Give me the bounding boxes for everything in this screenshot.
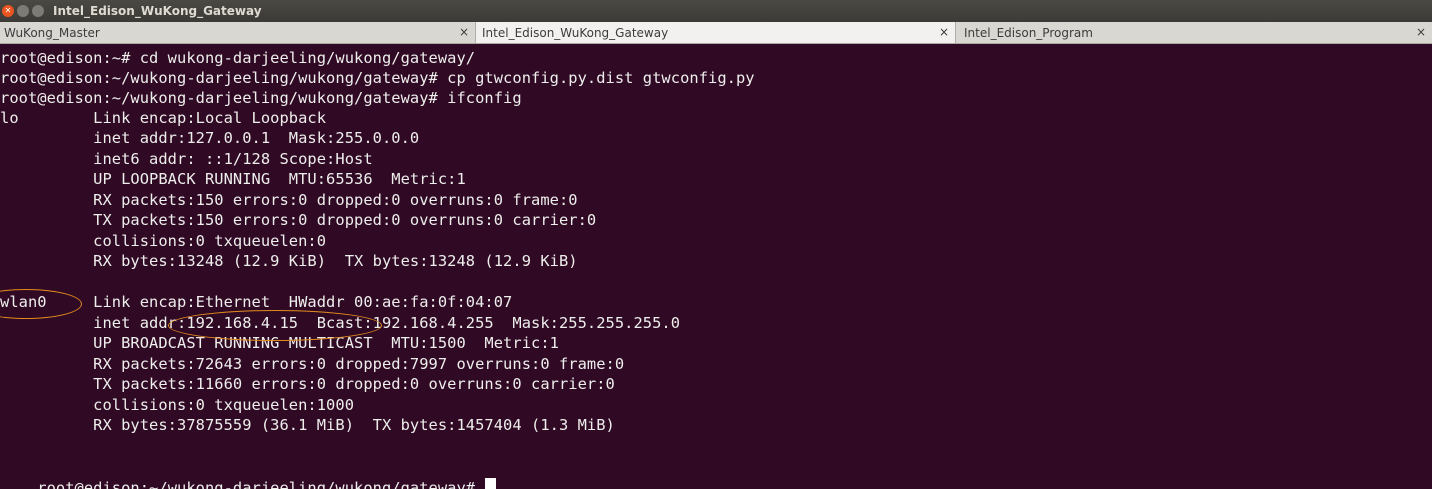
terminal-line: RX bytes:13248 (12.9 KiB) TX bytes:13248… (0, 252, 578, 270)
terminal-line: TX packets:11660 errors:0 dropped:0 over… (0, 375, 615, 393)
text-cursor (485, 478, 497, 489)
terminal-line: UP LOOPBACK RUNNING MTU:65536 Metric:1 (0, 170, 466, 188)
window-controls: ✕ (2, 5, 47, 17)
maximize-icon[interactable] (32, 5, 44, 17)
tab-intel-edison-program[interactable]: Intel_Edison_Program × (956, 22, 1432, 43)
close-icon[interactable]: ✕ (2, 5, 14, 17)
terminal-line: collisions:0 txqueuelen:0 (0, 232, 327, 250)
terminal-line: TX packets:150 errors:0 dropped:0 overru… (0, 211, 597, 229)
tab-close-icon[interactable]: × (459, 25, 469, 39)
terminal-line: inet6 addr: ::1/128 Scope:Host (0, 150, 373, 168)
terminal-line: root@edison:~/wukong-darjeeling/wukong/g… (0, 89, 522, 107)
tab-label: Intel_Edison_Program (964, 25, 1093, 40)
terminal-line: RX packets:72643 errors:0 dropped:7997 o… (0, 355, 625, 373)
terminal-prompt-line: root@edison:~/wukong-darjeeling/wukong/g… (0, 458, 497, 489)
terminal-line: root@edison:~/wukong-darjeeling/wukong/g… (0, 69, 755, 87)
minimize-icon[interactable] (17, 5, 29, 17)
tab-label: Intel_Edison_WuKong_Gateway (482, 25, 669, 40)
tab-wukong-master[interactable]: WuKong_Master × (0, 22, 476, 43)
window-title: Intel_Edison_WuKong_Gateway (53, 4, 262, 18)
tab-label: WuKong_Master (4, 25, 100, 40)
tab-close-icon[interactable]: × (939, 25, 949, 39)
terminal-prompt: root@edison:~/wukong-darjeeling/wukong/g… (37, 479, 485, 489)
window-titlebar: ✕ Intel_Edison_WuKong_Gateway (0, 0, 1432, 22)
tab-intel-edison-wukong-gateway[interactable]: Intel_Edison_WuKong_Gateway × (476, 22, 956, 43)
terminal-line: RX bytes:37875559 (36.1 MiB) TX bytes:14… (0, 416, 615, 434)
terminal-area[interactable]: root@edison:~# cd wukong-darjeeling/wuko… (0, 44, 1432, 489)
terminal-line: RX packets:150 errors:0 dropped:0 overru… (0, 191, 578, 209)
terminal-line: root@edison:~# cd wukong-darjeeling/wuko… (0, 49, 476, 67)
terminal-line: collisions:0 txqueuelen:1000 (0, 396, 355, 414)
tab-close-icon[interactable]: × (1416, 25, 1426, 39)
tab-bar: WuKong_Master × Intel_Edison_WuKong_Gate… (0, 22, 1432, 44)
ip-address-highlight-ellipse (168, 310, 382, 341)
terminal-line: inet addr:127.0.0.1 Mask:255.0.0.0 (0, 129, 420, 147)
terminal-line: lo Link encap:Local Loopback (0, 109, 327, 127)
